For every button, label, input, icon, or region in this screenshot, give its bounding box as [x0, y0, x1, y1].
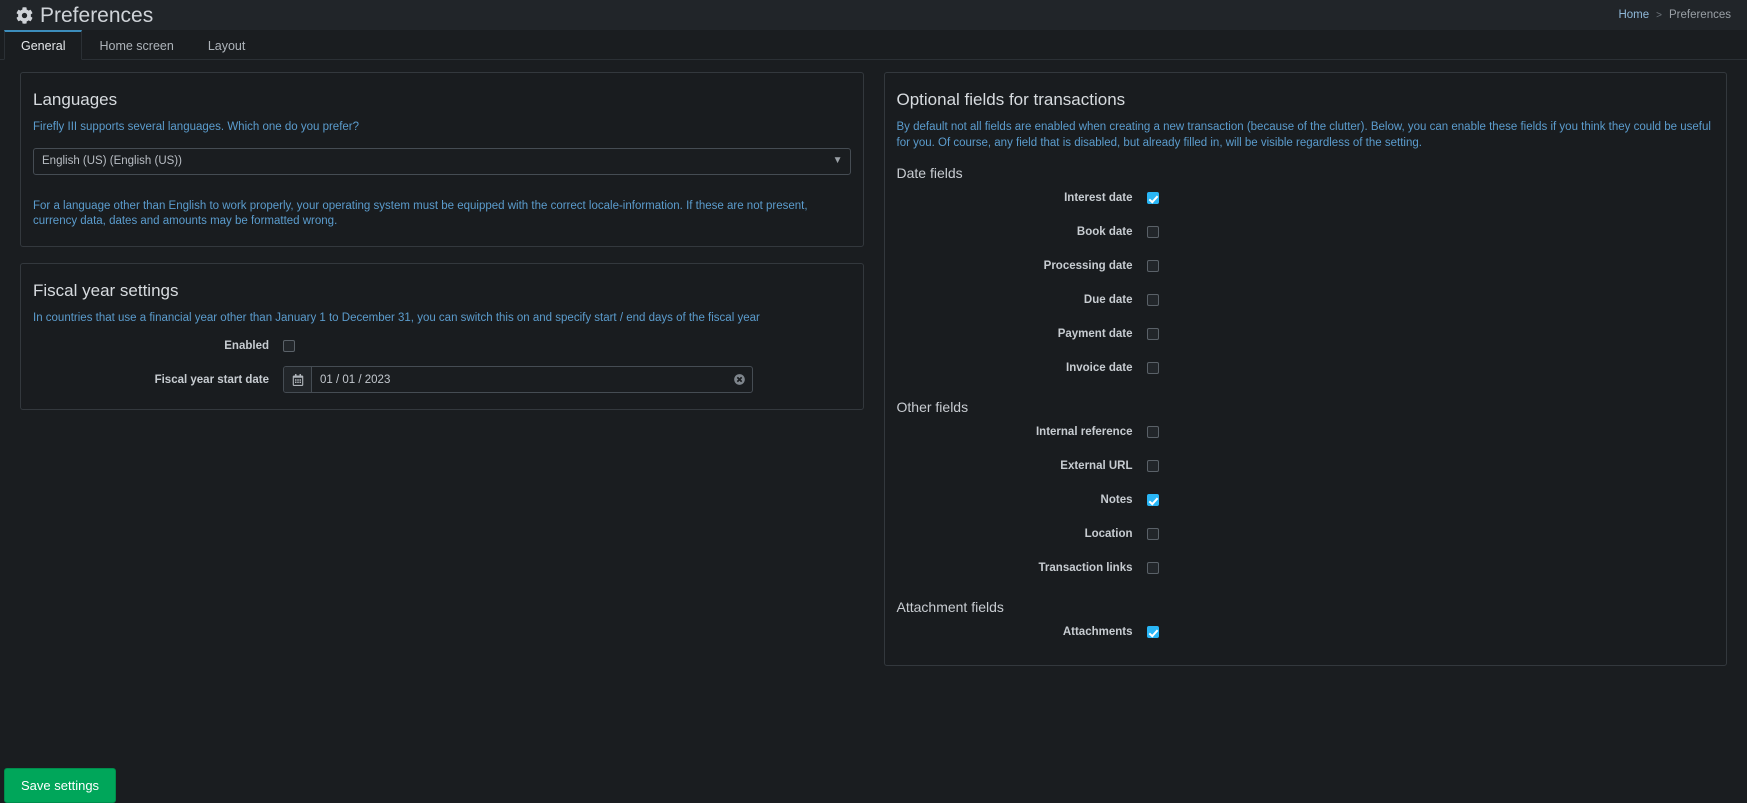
- section-title-attachment-fields: Attachment fields: [896, 599, 1004, 616]
- field-label: Notes: [1100, 494, 1133, 507]
- fiscal-enabled-checkbox[interactable]: [283, 340, 295, 353]
- field-checkbox-payment-date[interactable]: [1146, 328, 1159, 341]
- field-label: Processing date: [1043, 260, 1133, 273]
- section-title-date-fields: Date fields: [896, 165, 963, 182]
- field-row: Processing date: [897, 249, 1715, 283]
- preferences-page: Preferences Home > Preferences General H…: [0, 0, 1747, 803]
- section-title-other-fields: Other fields: [896, 399, 969, 416]
- fiscal-card-description: In countries that use a financial year o…: [33, 311, 760, 324]
- field-label: Transaction links: [1038, 562, 1133, 575]
- field-row: Attachments: [897, 615, 1715, 649]
- calendar-glyph-icon: [292, 373, 304, 386]
- optional-fields-card: Optional fields for transactions By defa…: [883, 72, 1727, 667]
- clear-icon[interactable]: [726, 367, 752, 392]
- tab-home-screen[interactable]: Home screen: [82, 30, 190, 60]
- save-settings-button[interactable]: Save settings: [4, 768, 117, 803]
- field-row: Interest date: [897, 181, 1715, 215]
- fiscal-enabled-label: Enabled: [224, 340, 269, 353]
- field-row: Payment date: [897, 317, 1715, 351]
- field-checkbox-due-date[interactable]: [1146, 294, 1159, 307]
- field-checkbox-book-date[interactable]: [1146, 226, 1159, 239]
- field-row: Due date: [897, 283, 1715, 317]
- fiscal-card-title: Fiscal year settings: [33, 280, 179, 300]
- fiscal-start-date-label: Fiscal year start date: [154, 373, 269, 386]
- page-title-text: Preferences: [40, 3, 154, 27]
- field-checkbox-external-url[interactable]: [1146, 460, 1159, 473]
- field-checkbox-notes[interactable]: [1146, 494, 1159, 507]
- field-row: Location: [897, 517, 1715, 551]
- field-label: Payment date: [1057, 328, 1133, 341]
- language-select[interactable]: English (US) (English (US)): [33, 147, 851, 175]
- field-label: Location: [1084, 528, 1133, 541]
- field-label: Interest date: [1064, 192, 1133, 205]
- breadcrumb-current: Preferences: [1668, 9, 1731, 21]
- languages-card-title: Languages: [33, 90, 118, 109]
- fiscal-enabled-field: [283, 340, 851, 353]
- footer-bar: Save settings: [0, 756, 1747, 803]
- breadcrumb-separator: >: [1656, 9, 1662, 21]
- field-row: Invoice date: [897, 351, 1715, 385]
- field-checkbox-interest-date[interactable]: [1146, 192, 1159, 205]
- breadcrumb-home[interactable]: Home: [1618, 9, 1649, 21]
- fiscal-start-date-input[interactable]: [312, 367, 726, 393]
- field-checkbox-transaction-links[interactable]: [1146, 562, 1159, 575]
- calendar-icon: [284, 367, 312, 393]
- field-row: Internal reference: [897, 415, 1715, 449]
- content-header: Preferences Home > Preferences: [0, 0, 1747, 30]
- field-label: Due date: [1083, 294, 1133, 307]
- field-row: External URL: [897, 449, 1715, 483]
- field-checkbox-processing-date[interactable]: [1146, 260, 1159, 273]
- fiscal-start-date-row: Fiscal year start date: [33, 366, 851, 394]
- fiscal-enabled-row: Enabled: [33, 340, 851, 353]
- breadcrumb: Home > Preferences: [1618, 9, 1731, 21]
- main-row: Languages Firefly III supports several l…: [0, 60, 1747, 682]
- field-checkbox-internal-reference[interactable]: [1146, 426, 1159, 439]
- field-label: Book date: [1076, 226, 1133, 239]
- tab-bar: General Home screen Layout: [0, 30, 1747, 60]
- fiscal-year-card: Fiscal year settings In countries that u…: [20, 262, 864, 411]
- language-select-wrapper: English (US) (English (US)) ▼: [33, 147, 851, 175]
- field-label: Attachments: [1062, 626, 1133, 639]
- field-row: Transaction links: [897, 551, 1715, 585]
- gear-icon: [16, 6, 33, 24]
- field-label: Invoice date: [1066, 362, 1133, 375]
- tab-layout[interactable]: Layout: [191, 30, 263, 60]
- field-checkbox-invoice-date[interactable]: [1146, 362, 1159, 375]
- optional-fields-sections: Date fields Interest date Book date Process…: [897, 165, 1715, 649]
- optional-fields-title: Optional fields for transactions: [896, 90, 1126, 109]
- fiscal-start-date-input-group: [283, 366, 753, 394]
- languages-locale-hint: For a language other than English to wor…: [33, 199, 808, 228]
- optional-fields-description: By default not all fields are enabled wh…: [896, 121, 1711, 149]
- fiscal-start-date-field: [283, 366, 851, 394]
- languages-card: Languages Firefly III supports several l…: [20, 72, 864, 247]
- field-label: Internal reference: [1035, 426, 1133, 439]
- field-label: External URL: [1060, 460, 1133, 473]
- left-column: Languages Firefly III supports several l…: [10, 72, 874, 682]
- field-row: Book date: [897, 215, 1715, 249]
- languages-card-description: Firefly III supports several languages. …: [33, 121, 360, 133]
- tab-general[interactable]: General: [4, 30, 83, 60]
- page-title: Preferences: [16, 5, 153, 26]
- field-checkbox-location[interactable]: [1146, 528, 1159, 541]
- field-checkbox-attachments[interactable]: [1146, 626, 1159, 639]
- field-row: Notes: [897, 483, 1715, 517]
- right-column: Optional fields for transactions By defa…: [874, 72, 1738, 682]
